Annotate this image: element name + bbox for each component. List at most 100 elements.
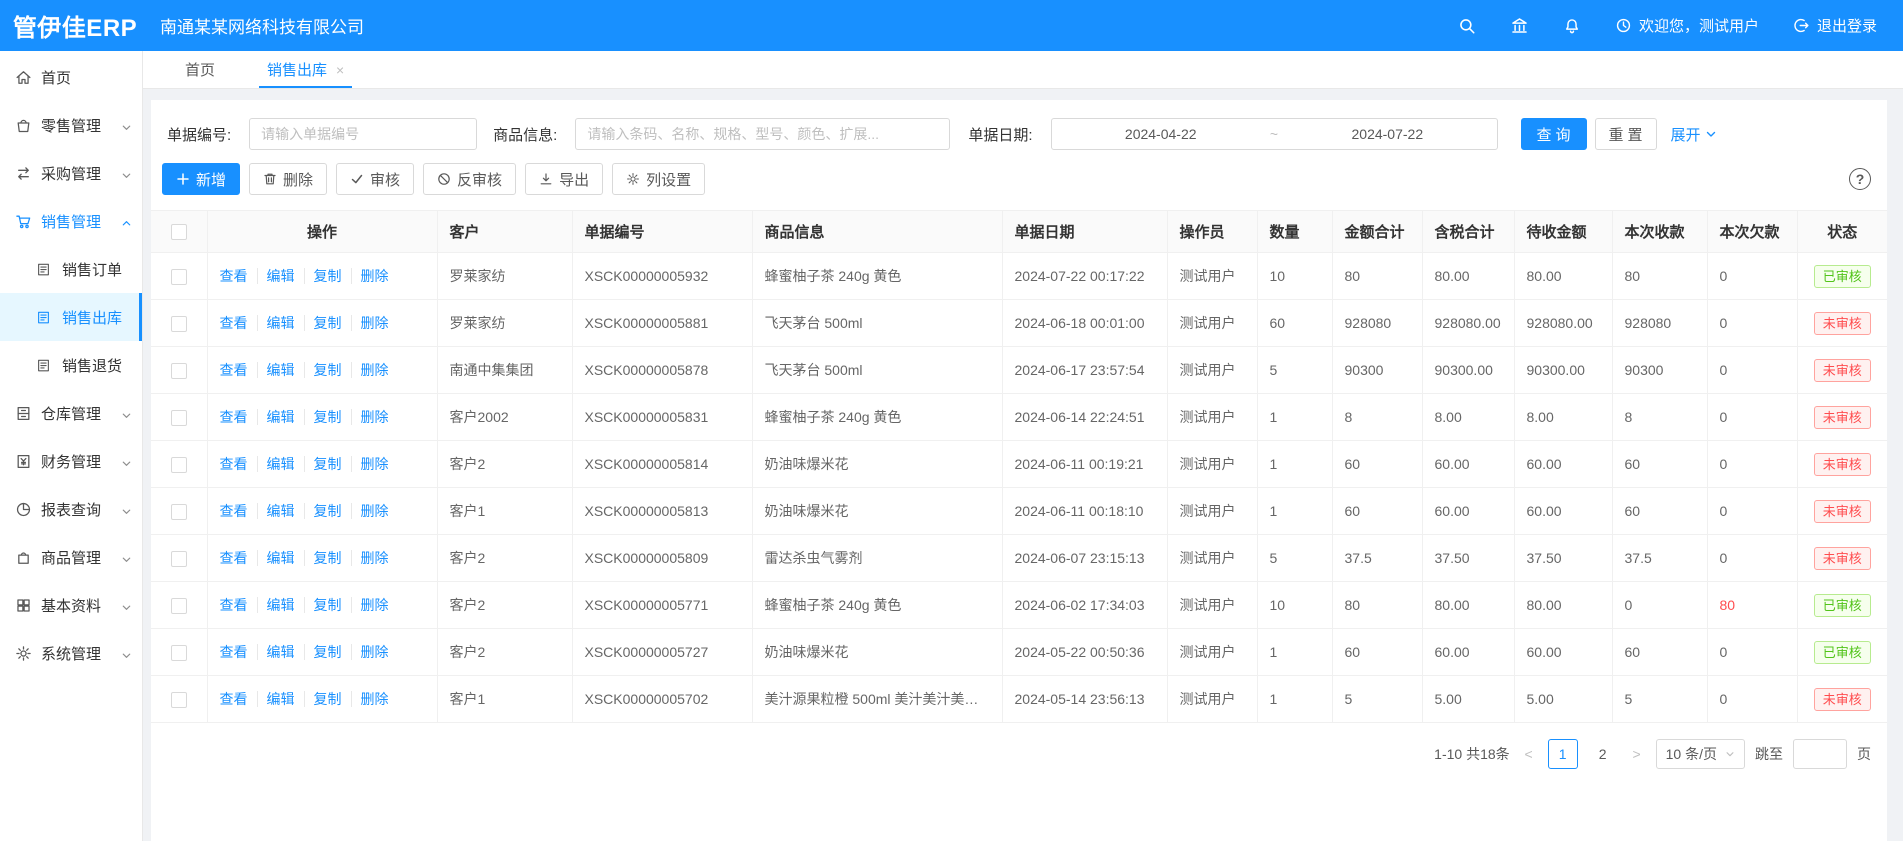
copy-link[interactable]: 复制 [304, 268, 342, 284]
view-link[interactable]: 查看 [220, 503, 248, 519]
view-link[interactable]: 查看 [220, 456, 248, 472]
sidebar-item-home[interactable]: 首页 [0, 53, 142, 101]
sidebar-item-retail[interactable]: 零售管理 [0, 101, 142, 149]
delete-link[interactable]: 删除 [351, 362, 389, 378]
date-range-picker[interactable]: 2024-04-22 ~ 2024-07-22 [1051, 118, 1498, 150]
row-checkbox[interactable] [171, 692, 187, 708]
product-info-input[interactable] [575, 118, 950, 150]
copy-link[interactable]: 复制 [304, 691, 342, 707]
date-end-value[interactable]: 2024-07-22 [1352, 126, 1424, 142]
prev-page-button[interactable]: < [1520, 746, 1538, 762]
page-1-button[interactable]: 1 [1548, 739, 1578, 769]
view-link[interactable]: 查看 [220, 644, 248, 660]
edit-link[interactable]: 编辑 [257, 691, 295, 707]
view-link[interactable]: 查看 [220, 597, 248, 613]
sidebar-item-base-data[interactable]: 基本资料 [0, 581, 142, 629]
view-link[interactable]: 查看 [220, 268, 248, 284]
copy-link[interactable]: 复制 [304, 597, 342, 613]
col-operator: 操作员 [1167, 211, 1257, 253]
edit-link[interactable]: 编辑 [257, 456, 295, 472]
row-actions-cell: 查看编辑复制删除 [207, 300, 437, 347]
edit-link[interactable]: 编辑 [257, 315, 295, 331]
date-start-value[interactable]: 2024-04-22 [1125, 126, 1197, 142]
sidebar-item-sales-return[interactable]: 销售退货 [0, 341, 142, 389]
edit-link[interactable]: 编辑 [257, 409, 295, 425]
column-settings-button[interactable]: 列设置 [612, 163, 705, 195]
edit-link[interactable]: 编辑 [257, 550, 295, 566]
view-link[interactable]: 查看 [220, 691, 248, 707]
help-icon[interactable]: ? [1849, 168, 1871, 190]
edit-link[interactable]: 编辑 [257, 268, 295, 284]
page-size-select[interactable]: 10 条/页 [1656, 739, 1745, 769]
unaudit-button[interactable]: 反审核 [423, 163, 516, 195]
edit-link[interactable]: 编辑 [257, 362, 295, 378]
delete-link[interactable]: 删除 [351, 315, 389, 331]
row-checkbox[interactable] [171, 316, 187, 332]
edit-link[interactable]: 编辑 [257, 644, 295, 660]
amount-cell: 60 [1332, 629, 1422, 676]
delete-link[interactable]: 删除 [351, 691, 389, 707]
delete-link[interactable]: 删除 [351, 268, 389, 284]
sidebar-item-reports[interactable]: 报表查询 [0, 485, 142, 533]
bank-icon[interactable] [1510, 16, 1529, 35]
sidebar-item-goods[interactable]: 商品管理 [0, 533, 142, 581]
search-icon[interactable] [1458, 17, 1476, 35]
edit-link[interactable]: 编辑 [257, 597, 295, 613]
view-link[interactable]: 查看 [220, 550, 248, 566]
delete-link[interactable]: 删除 [351, 503, 389, 519]
expand-link[interactable]: 展开 [1671, 124, 1717, 145]
logout-button[interactable]: 退出登录 [1793, 15, 1877, 36]
received-cell: 37.5 [1612, 535, 1707, 582]
sidebar-item-sales-order[interactable]: 销售订单 [0, 245, 142, 293]
operator-cell: 测试用户 [1167, 253, 1257, 300]
jump-page-input[interactable] [1793, 739, 1847, 769]
sidebar-item-purchase[interactable]: 采购管理 [0, 149, 142, 197]
view-link[interactable]: 查看 [220, 315, 248, 331]
delete-link[interactable]: 删除 [351, 409, 389, 425]
sidebar-item-warehouse[interactable]: 仓库管理 [0, 389, 142, 437]
tab-bar: 首页 销售出库 × [143, 51, 1903, 89]
copy-link[interactable]: 复制 [304, 503, 342, 519]
copy-link[interactable]: 复制 [304, 315, 342, 331]
delete-button[interactable]: 删除 [249, 163, 327, 195]
copy-link[interactable]: 复制 [304, 409, 342, 425]
search-button[interactable]: 查询 [1521, 118, 1587, 150]
row-checkbox[interactable] [171, 457, 187, 473]
copy-link[interactable]: 复制 [304, 362, 342, 378]
audit-button[interactable]: 审核 [336, 163, 414, 195]
row-checkbox[interactable] [171, 598, 187, 614]
select-all-checkbox[interactable] [171, 224, 187, 240]
page-2-button[interactable]: 2 [1588, 739, 1618, 769]
copy-link[interactable]: 复制 [304, 456, 342, 472]
row-checkbox[interactable] [171, 269, 187, 285]
date-cell: 2024-06-11 00:19:21 [1002, 441, 1167, 488]
tab-sales-outbound[interactable]: 销售出库 × [265, 51, 346, 88]
add-button[interactable]: 新增 [162, 163, 240, 195]
view-link[interactable]: 查看 [220, 409, 248, 425]
view-link[interactable]: 查看 [220, 362, 248, 378]
row-checkbox[interactable] [171, 410, 187, 426]
copy-link[interactable]: 复制 [304, 644, 342, 660]
sidebar-item-finance[interactable]: 财务管理 [0, 437, 142, 485]
welcome-user[interactable]: 欢迎您，测试用户 [1615, 15, 1759, 36]
delete-link[interactable]: 删除 [351, 644, 389, 660]
bell-icon[interactable] [1563, 17, 1581, 35]
row-checkbox[interactable] [171, 504, 187, 520]
delete-link[interactable]: 删除 [351, 597, 389, 613]
tab-home[interactable]: 首页 [183, 51, 217, 88]
row-checkbox[interactable] [171, 645, 187, 661]
row-checkbox[interactable] [171, 551, 187, 567]
edit-link[interactable]: 编辑 [257, 503, 295, 519]
row-checkbox[interactable] [171, 363, 187, 379]
doc-no-input[interactable] [249, 118, 477, 150]
delete-link[interactable]: 删除 [351, 550, 389, 566]
sidebar-item-sales[interactable]: 销售管理 [0, 197, 142, 245]
sidebar-item-sales-outbound[interactable]: 销售出库 [0, 293, 142, 341]
close-icon[interactable]: × [336, 62, 344, 78]
sidebar-item-system[interactable]: 系统管理 [0, 629, 142, 677]
export-button[interactable]: 导出 [525, 163, 603, 195]
next-page-button[interactable]: > [1628, 746, 1646, 762]
reset-button[interactable]: 重置 [1595, 118, 1657, 150]
copy-link[interactable]: 复制 [304, 550, 342, 566]
delete-link[interactable]: 删除 [351, 456, 389, 472]
